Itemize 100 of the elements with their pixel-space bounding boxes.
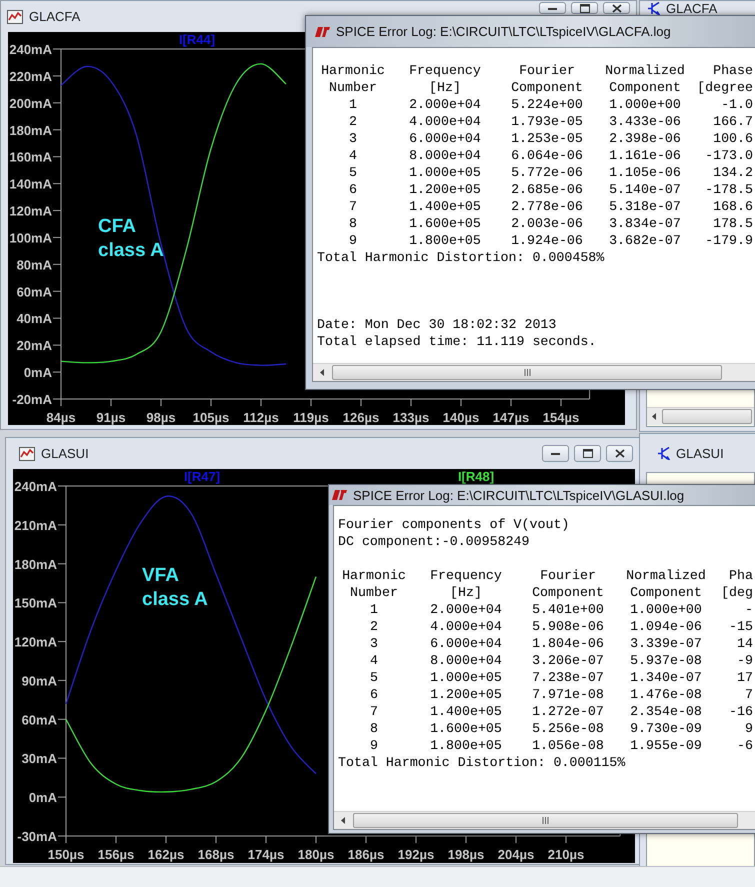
table-cell-text: 3.433e-06 — [608, 113, 682, 130]
log-line: DC component:-0.00958249 — [338, 533, 531, 550]
table-cell-text: 1.800e+05 — [429, 737, 503, 754]
table-cell-text: 1.000e+00 — [629, 601, 703, 618]
table-cell-text: 8.000e+04 — [429, 652, 503, 669]
column-header: Pha — [728, 567, 753, 584]
axis-tick-label: 91µs — [96, 410, 126, 425]
table-cell-text: -1.0 — [720, 96, 753, 113]
table-cell-text: 5.908e-06 — [531, 618, 605, 635]
table-cell-text: 17 — [736, 669, 753, 686]
table-cell-text: 3.206e-07 — [531, 652, 605, 669]
column-header: Harmonic — [341, 567, 407, 584]
window-title: SPICE Error Log: E:\CIRCUIT\LTC\LTspiceIV\GLASUI.log — [353, 488, 684, 502]
column-header: [Hz] — [449, 584, 483, 601]
axis-tick-label: 80mA — [16, 257, 52, 272]
axis-tick-label: 180µs — [298, 847, 334, 862]
table-cell-text: 1.340e-07 — [629, 669, 703, 686]
table-cell-text: -16 — [728, 703, 753, 720]
plot-annotation: class A — [142, 589, 208, 610]
column-header: Fourier — [518, 62, 576, 79]
table-cell-text: 5.772e-06 — [510, 164, 584, 181]
column-header: Component — [608, 79, 682, 96]
axis-tick-label: 180mA — [9, 122, 52, 138]
table-cell-text: 2.778e-06 — [510, 198, 584, 215]
axis-tick-label: 40mA — [16, 311, 52, 326]
table-cell-text: 7 — [348, 198, 358, 215]
table-cell-text: -6 — [736, 737, 753, 754]
table-cell-text: 1.272e-07 — [531, 703, 605, 720]
axis-tick-label: 186µs — [348, 847, 384, 862]
column-header: Number — [328, 79, 378, 96]
axis-tick-label: 60mA — [22, 712, 57, 728]
table-cell-text: 1 — [348, 96, 358, 113]
table-cell-text: 5.937e-08 — [629, 652, 703, 669]
plot-annotation: class A — [98, 240, 164, 262]
table-cell-text: 1.955e-09 — [629, 737, 703, 754]
column-header: [degree — [697, 79, 753, 96]
table-cell-text: 3.682e-07 — [608, 232, 682, 249]
table-cell-text: -173.0 — [704, 147, 753, 164]
table-cell-text: 7.971e-08 — [531, 686, 605, 703]
trace-label: I[R47] — [184, 469, 220, 484]
table-cell-text: 3.834e-07 — [608, 215, 682, 232]
table-cell-text: -178.5 — [704, 181, 753, 198]
table-cell-text: 5 — [348, 164, 358, 181]
table-cell-text: 5.224e+00 — [510, 96, 584, 113]
axis-tick-label: 126µs — [342, 410, 380, 425]
table-cell-text: 5.318e-07 — [608, 198, 682, 215]
axis-tick-label: 84µs — [46, 410, 76, 425]
table-cell-text: 7 — [369, 703, 379, 720]
table-cell-text: -15 — [728, 618, 753, 635]
column-header: Frequency — [429, 567, 503, 584]
table-cell-text: 8 — [369, 720, 379, 737]
table-cell-text: 5.256e-08 — [531, 720, 605, 737]
table-cell-text: 3.339e-07 — [629, 635, 703, 652]
table-cell-text: 7 — [744, 686, 753, 703]
axis-tick-label: 112µs — [243, 410, 279, 425]
table-cell-text: 4.000e+04 — [429, 618, 503, 635]
axis-tick-label: 140mA — [9, 176, 52, 192]
table-cell-text: 1.476e-08 — [629, 686, 703, 703]
window-title: GLACFA — [666, 1, 718, 16]
table-cell-text: 1.094e-06 — [629, 618, 703, 635]
table-cell-text: 9 — [369, 737, 379, 754]
axis-tick-label: 180mA — [14, 556, 57, 572]
axis-tick-label: 150mA — [14, 596, 57, 611]
table-cell-text: 168.6 — [712, 198, 753, 215]
axis-tick-label: 192µs — [398, 847, 434, 862]
table-cell-text: 9 — [744, 720, 753, 737]
log-line: Date: Mon Dec 30 18:02:32 2013 — [317, 316, 558, 333]
axis-tick-label: 140µs — [442, 410, 480, 425]
table-cell-text: -9 — [736, 652, 753, 669]
axis-tick-label: 147µs — [492, 410, 530, 425]
table-cell-text: 1.793e-05 — [510, 113, 584, 130]
table-cell-text: 8.000e+04 — [408, 147, 482, 164]
table-cell-text: 178.5 — [712, 215, 753, 232]
table-cell-text: 1.200e+05 — [429, 686, 503, 703]
table-cell-text: 1.600e+05 — [408, 215, 482, 232]
column-header: Fourier — [539, 567, 597, 584]
column-header: Phase — [712, 62, 753, 79]
axis-tick-label: -30mA — [17, 829, 57, 844]
table-cell-text: 5 — [369, 669, 379, 686]
table-cell-text: 1.800e+05 — [408, 232, 482, 249]
table-cell-text: 2 — [348, 113, 358, 130]
window-title: GLACFA — [29, 9, 80, 24]
column-header: Normalized — [625, 567, 707, 584]
table-cell-text: 4 — [348, 147, 358, 164]
column-header: [Hz] — [428, 79, 462, 96]
table-cell-text: 3 — [369, 635, 379, 652]
table-cell-text: 1 — [369, 601, 379, 618]
table-cell-text: 2.354e-08 — [629, 703, 703, 720]
axis-tick-label: 30mA — [22, 751, 57, 766]
axis-tick-label: 174µs — [248, 847, 284, 862]
trace-label: I[R48] — [458, 469, 494, 484]
table-cell-text: 1.056e-08 — [531, 737, 605, 754]
table-cell-text: 2.398e-06 — [608, 130, 682, 147]
table-cell-text: 2 — [369, 618, 379, 635]
axis-tick-label: 20mA — [16, 338, 52, 354]
axis-tick-label: 120mA — [9, 204, 52, 219]
table-cell-text: 1.200e+05 — [408, 181, 482, 198]
table-cell-text: 1.000e+05 — [429, 669, 503, 686]
axis-tick-label: 0mA — [28, 790, 57, 806]
column-header: Harmonic — [320, 62, 386, 79]
